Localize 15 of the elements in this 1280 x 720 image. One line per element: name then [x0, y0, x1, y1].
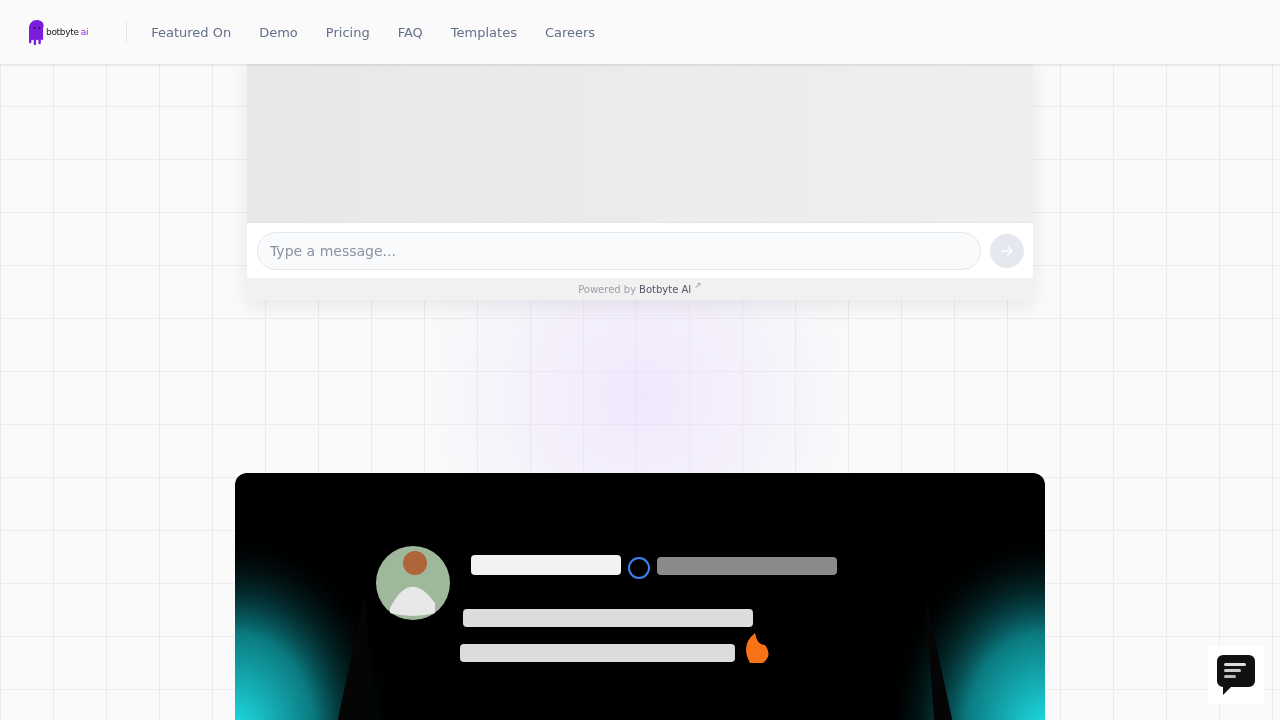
- nav-link[interactable]: Careers: [544, 24, 596, 40]
- ghost-logo-icon: [29, 19, 45, 45]
- nav-link[interactable]: Pricing: [325, 24, 370, 40]
- powered-by-label: Powered by: [578, 283, 637, 295]
- nav-link[interactable]: FAQ: [397, 24, 423, 40]
- brand-logo[interactable]: botbyte ai: [29, 19, 89, 45]
- chat-icon: [1217, 655, 1255, 695]
- nav-link[interactable]: Demo: [259, 24, 298, 40]
- nav-link[interactable]: Templates: [450, 24, 517, 40]
- external-link-icon: ↗: [694, 280, 702, 290]
- message-input[interactable]: Type a message...: [257, 232, 981, 270]
- arrow-icon: [1000, 244, 1014, 258]
- chat-launcher-button[interactable]: [1208, 646, 1264, 704]
- botbyte-link[interactable]: Botbyte AI: [639, 283, 692, 295]
- nav-link[interactable]: Featured On: [151, 24, 232, 40]
